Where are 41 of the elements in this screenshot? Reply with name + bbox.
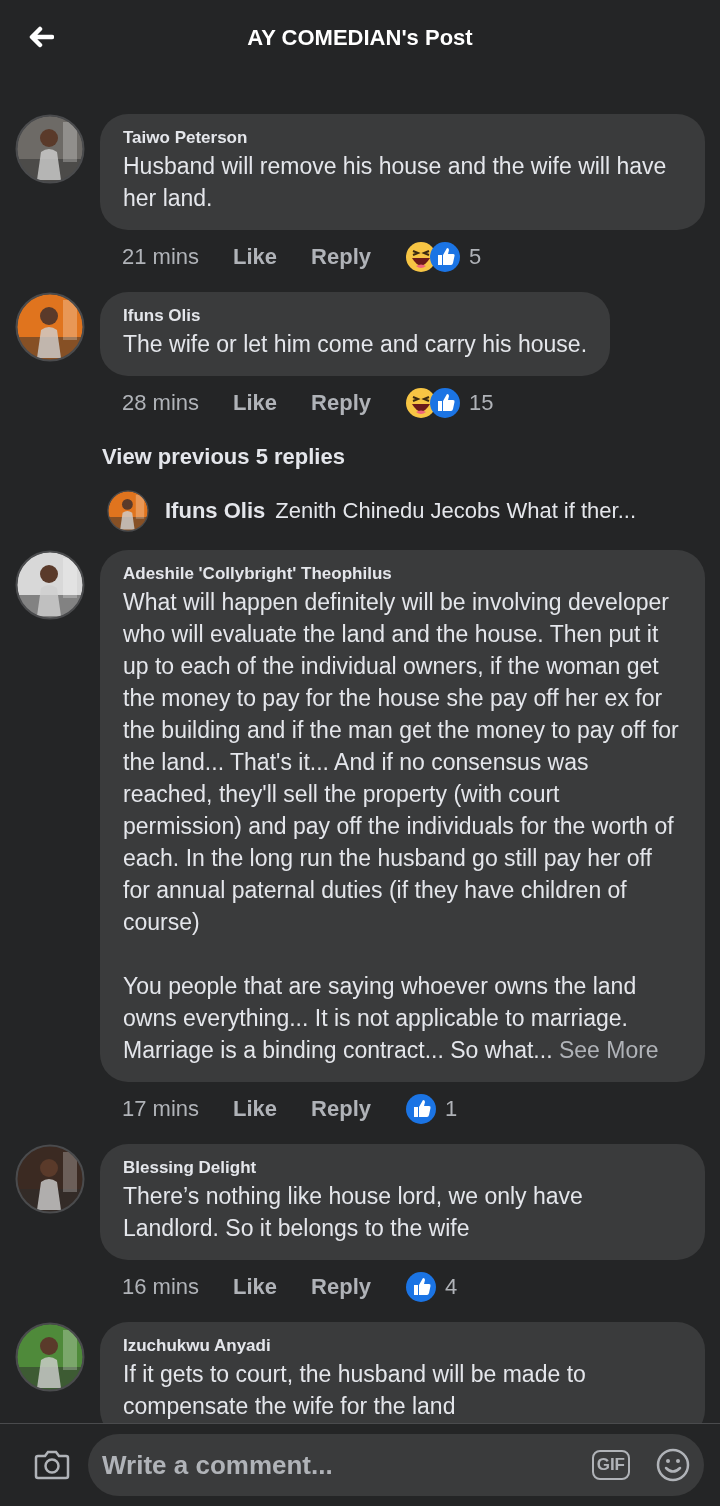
comment-time: 21 mins bbox=[122, 244, 200, 270]
camera-icon[interactable] bbox=[34, 1449, 70, 1481]
like-link[interactable]: Like bbox=[233, 1096, 278, 1122]
thumbs-up-icon bbox=[406, 1272, 436, 1302]
comment-input-field[interactable]: Write a comment... GIF bbox=[88, 1434, 704, 1496]
author-name: Taiwo Peterson bbox=[123, 128, 249, 148]
reply-link[interactable]: Reply bbox=[311, 244, 371, 270]
page-title: AY COMEDIAN's Post bbox=[247, 25, 473, 51]
author-name: Ifuns Olis bbox=[123, 306, 202, 326]
author-name: Blessing Delight bbox=[123, 1158, 258, 1178]
comment-text: Husband will remove his house and the wife will have her land. bbox=[123, 152, 668, 213]
comment-text: You people that are saying whoever owns the land owns everything... It is not applicable to marriage. Marriage is a binding contract... So what... See More bbox=[123, 972, 660, 1065]
comment-time: 16 mins bbox=[122, 1274, 200, 1300]
author-name: Adeshile 'Collybright' Theophilus bbox=[123, 564, 393, 584]
back-arrow-icon[interactable] bbox=[28, 26, 54, 48]
thumbs-up-icon bbox=[430, 242, 460, 272]
reply-link[interactable]: Reply bbox=[311, 390, 371, 416]
reply-link[interactable]: Reply bbox=[311, 1096, 371, 1122]
reaction-count: 5 bbox=[469, 244, 482, 270]
view-replies-link[interactable]: View previous 5 replies bbox=[0, 438, 345, 490]
comment-text: What will happen definitely will be involving developer who will evaluate the land and the house. Then put it up to each of the individual owners, if the woman get the money to pay for the house she pay off her ex for the building and if the man get the money to pay off for the land... That's it... And if no consensus was reached, they'll sell the property (with court permission) and pay off the individuals for the worth of each. In the long run the husband go still pay her off for annual paternal duties (if they have children of course) bbox=[123, 588, 680, 937]
comment-text: If it gets to court, the husband will be made to compensate the wife for the land bbox=[123, 1360, 587, 1421]
author-name: Ifuns Olis bbox=[165, 498, 266, 524]
see-more-link[interactable]: See More bbox=[558, 1037, 659, 1063]
reply-text: Zenith Chinedu Jecobs What if ther... bbox=[275, 498, 636, 524]
thumbs-up-icon bbox=[430, 388, 460, 418]
reply-link[interactable]: Reply bbox=[311, 1274, 371, 1300]
like-link[interactable]: Like bbox=[233, 1274, 278, 1300]
comment-time: 28 mins bbox=[122, 390, 200, 416]
comment-text: The wife or let him come and carry his house. bbox=[123, 330, 588, 359]
smiley-icon[interactable] bbox=[656, 1448, 690, 1482]
comment-text: There’s nothing like house lord, we only have Landlord. So it belongs to the wife bbox=[123, 1182, 584, 1243]
gif-button[interactable]: GIF bbox=[591, 1450, 630, 1480]
like-link[interactable]: Like bbox=[233, 390, 278, 416]
comment-time: 17 mins bbox=[122, 1096, 200, 1122]
like-link[interactable]: Like bbox=[233, 244, 278, 270]
reaction-count: 4 bbox=[445, 1274, 458, 1300]
author-name: Izuchukwu Anyadi bbox=[123, 1336, 272, 1356]
reaction-count: 1 bbox=[445, 1096, 458, 1122]
reaction-count: 15 bbox=[469, 390, 494, 416]
thumbs-up-icon bbox=[406, 1094, 436, 1124]
